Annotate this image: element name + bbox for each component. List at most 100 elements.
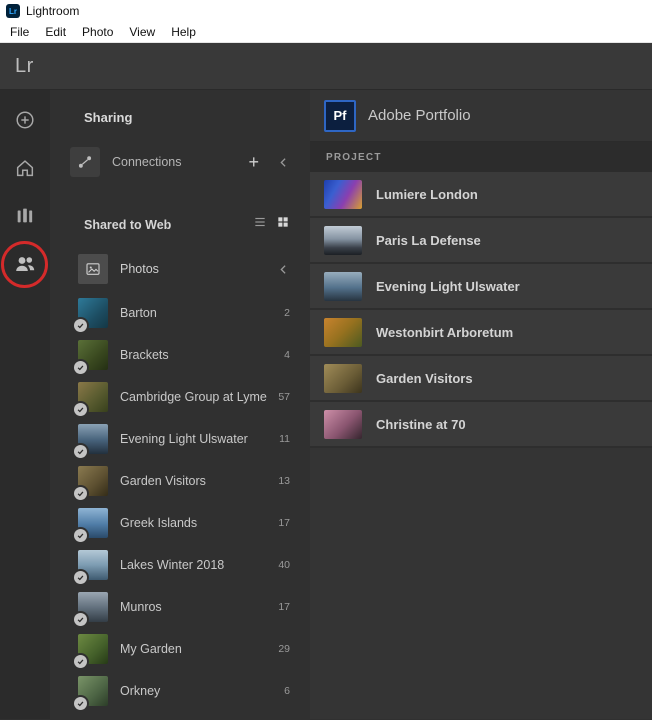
people-icon [13,252,37,276]
project-name: Garden Visitors [376,370,473,386]
menu-edit[interactable]: Edit [37,22,74,42]
library-icon [14,205,36,227]
lightroom-app-icon: Lr [6,4,20,18]
album-name: Greek Islands [120,516,198,530]
album-name: Garden Visitors [120,474,206,488]
sync-check-icon [74,319,87,332]
album-row-evening-light-ulswater[interactable]: Evening Light Ulswater 11 [50,418,310,460]
project-thumbnail [324,225,362,255]
connections-icon [70,147,100,177]
album-name: Barton [120,306,157,320]
lightroom-window: Lr Lightroom File Edit Photo View Help L… [0,0,652,720]
portfolio-panel: Pf Adobe Portfolio PROJECT Lumiere Londo… [310,90,652,719]
grid-view-button[interactable] [276,215,290,234]
sync-check-icon [74,403,87,416]
project-row-westonbirt-arboretum[interactable]: Westonbirt Arboretum [310,310,652,356]
project-name: Lumiere London [376,186,478,202]
project-row-lumiere-london[interactable]: Lumiere London [310,172,652,218]
lightroom-logo: Lr [15,54,34,77]
album-row-my-garden[interactable]: My Garden 29 [50,628,310,670]
collapse-photos-button[interactable] [277,263,290,276]
menu-bar: File Edit Photo View Help [0,22,652,43]
album-name: Orkney [120,684,161,698]
album-count: 17 [278,601,290,613]
album-count: 13 [278,475,290,487]
shared-to-web-label: Shared to Web [84,217,172,232]
sync-check-icon [74,655,87,668]
album-name: My Garden [120,642,182,656]
project-row-christine-at-70[interactable]: Christine at 70 [310,402,652,448]
project-name: Evening Light Ulswater [376,278,520,294]
album-name: Lakes Winter 2018 [120,558,225,572]
album-count: 57 [278,391,290,403]
album-row-lakes-winter-2018[interactable]: Lakes Winter 2018 40 [50,544,310,586]
connections-row[interactable]: Connections + [70,145,290,179]
list-view-icon [255,217,265,227]
home-button[interactable] [12,155,38,181]
album-row-brackets[interactable]: Brackets 4 [50,334,310,376]
project-thumbnail [324,409,362,439]
sync-check-icon [74,613,87,626]
menu-view[interactable]: View [121,22,163,42]
album-row-garden-visitors[interactable]: Garden Visitors 13 [50,460,310,502]
sync-check-icon [74,445,87,458]
sharing-panel-title: Sharing [84,110,133,125]
menu-file[interactable]: File [2,22,37,42]
menu-photo[interactable]: Photo [74,22,121,42]
album-row-cambridge-group-at-lyme[interactable]: Cambridge Group at Lyme 57 [50,376,310,418]
library-button[interactable] [12,203,38,229]
shared-album-list: Barton 2 Brackets 4 Cambridge Group at L… [50,292,310,712]
album-count: 2 [284,307,290,319]
album-count: 17 [278,517,290,529]
portfolio-header: Pf Adobe Portfolio [310,90,652,142]
sync-check-icon [74,697,87,710]
sharing-button[interactable] [12,251,38,277]
project-name: Paris La Defense [376,232,481,248]
project-thumbnail [324,179,362,209]
plus-circle-icon [14,109,36,131]
add-connection-button[interactable]: + [248,153,259,171]
album-row-munros[interactable]: Munros 17 [50,586,310,628]
album-count: 29 [278,643,290,655]
album-row-greek-islands[interactable]: Greek Islands 17 [50,502,310,544]
album-count: 40 [278,559,290,571]
album-name: Cambridge Group at Lyme [120,390,267,404]
shared-to-web-header: Shared to Web [70,215,290,234]
project-section-header: PROJECT [310,142,652,172]
sync-check-icon [74,361,87,374]
left-rail [0,90,50,719]
sync-check-icon [74,529,87,542]
album-name: Brackets [120,348,169,362]
sync-check-icon [74,571,87,584]
album-row-barton[interactable]: Barton 2 [50,292,310,334]
menu-help[interactable]: Help [163,22,204,42]
window-title: Lightroom [26,4,80,18]
sync-check-icon [74,487,87,500]
grid-view-icon [278,217,288,227]
project-name: Christine at 70 [376,416,466,432]
project-row-garden-visitors[interactable]: Garden Visitors [310,356,652,402]
chevron-left-icon [280,157,286,167]
project-row-evening-light-ulswater[interactable]: Evening Light Ulswater [310,264,652,310]
album-count: 4 [284,349,290,361]
collapse-connections-button[interactable] [277,156,290,169]
project-name: Westonbirt Arboretum [376,324,514,340]
photos-label: Photos [120,262,159,276]
adobe-portfolio-icon: Pf [324,99,356,132]
home-icon [14,157,36,179]
portfolio-title: Adobe Portfolio [368,107,471,124]
add-photos-button[interactable] [12,107,38,133]
list-view-button[interactable] [253,215,267,234]
project-thumbnail [324,363,362,393]
app-header: Lr [0,43,652,90]
connections-label: Connections [112,155,182,169]
chevron-left-icon [280,264,286,274]
project-thumbnail [324,271,362,301]
album-row-orkney[interactable]: Orkney 6 [50,670,310,712]
photos-icon [78,254,108,284]
project-thumbnail [324,317,362,347]
album-name: Munros [120,600,162,614]
project-row-paris-la-defense[interactable]: Paris La Defense [310,218,652,264]
photos-row[interactable]: Photos [78,252,290,286]
album-name: Evening Light Ulswater [120,432,248,446]
